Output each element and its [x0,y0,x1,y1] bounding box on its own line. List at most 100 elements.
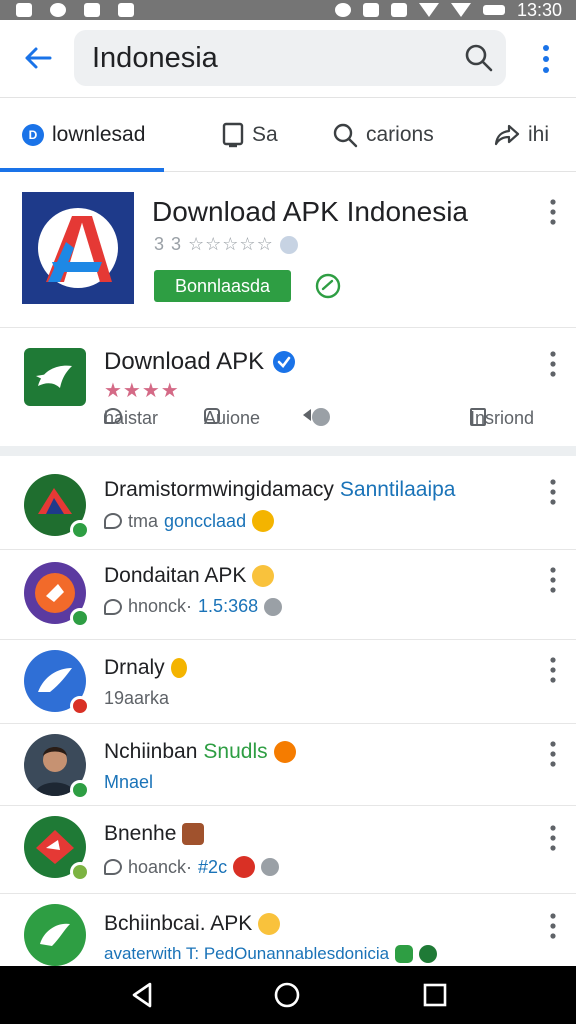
rating-text: 3 3 ☆☆☆☆☆ [154,234,274,254]
tablet-icon [222,122,244,148]
list-item-title: Bchiinbcai. APK [104,912,281,936]
tab-label: lownlesad [52,123,146,146]
status-badge [70,608,90,628]
triangle-left-icon [303,409,311,421]
tab-ihi[interactable]: ihi [494,98,549,172]
more-options-icon[interactable] [547,566,559,594]
app-bar: Indonesia [0,20,576,98]
title-text: Dramistormwingidamacy [104,478,334,501]
alarm-icon [334,3,351,17]
status-bar: 13:30 [0,0,576,20]
app-title[interactable]: Download APK [104,348,296,376]
arrow-back-icon [25,47,52,69]
featured-app[interactable]: Download APK Indonesia 3 3 ☆☆☆☆☆ Bonnlaa… [0,172,576,328]
status-badge [70,520,90,540]
home-circle-icon[interactable] [272,980,302,1010]
more-options-icon[interactable] [547,912,559,940]
status-time: 13:30 [516,0,562,20]
tab-sa[interactable]: Sa [222,98,278,172]
emoji-icon [252,510,275,532]
more-options-icon[interactable] [536,42,556,76]
verified-icon [279,235,298,254]
app-card[interactable]: Download APK ★★★★ haistar Auione Insrion… [0,328,576,446]
list-item-title: Nchiinban Snudls [104,740,296,764]
rating-stars: ★★★★ [104,380,180,402]
more-options-icon[interactable] [547,740,559,768]
avatar [24,816,90,882]
emoji-icon [252,565,275,587]
back-button[interactable] [16,38,60,78]
list-item-subtitle: hoanck· #2c [104,856,280,878]
more-options-icon[interactable] [547,656,559,684]
app-meta: haistar Auione Insriond [104,408,560,432]
list-item-title: Bnenhe [104,822,205,846]
shield-icon [50,3,66,17]
title-text: Bnenhe [104,822,177,845]
meta-text: Insriond [470,408,535,428]
app-title[interactable]: Download APK Indonesia [152,196,468,228]
search-field[interactable]: Indonesia [74,30,506,86]
search-input[interactable]: Indonesia [92,42,218,75]
list-item-title: Dondaitan APK [104,564,275,588]
sub-text: tma [128,510,159,531]
title-accent: Sanntilaaipa [339,478,456,501]
status-badge [70,696,90,716]
avatar [24,734,90,800]
download-icon: D [22,124,44,146]
more-options-icon[interactable] [547,350,559,378]
list-item-subtitle: tma goncclaad [104,510,275,532]
title-text: Dondaitan APK [104,564,247,587]
sub-text: Mnael [104,772,154,792]
list-item[interactable]: Dondaitan APK hnonck· 1.5:368 [0,550,576,640]
more-options-icon[interactable] [547,478,559,506]
sub-accent: #2c [198,856,228,877]
more-options-icon[interactable] [547,198,559,226]
comment-icon [104,859,122,875]
link-icon [84,3,100,17]
sub-text: 19aarka [104,688,170,708]
comment-icon [104,598,122,615]
list-item[interactable]: Nchiinban Snudls Mnael [0,724,576,806]
avatar [24,650,90,716]
tab-download[interactable]: D lownlesad [22,98,145,172]
check-icon [312,408,330,426]
check-icon [264,597,283,616]
list-item[interactable]: Bchiinbcai. APK avaterwith T: PedOunanna… [0,894,576,966]
vibrate-icon [362,3,379,17]
title-text: Nchiinban [104,740,198,763]
app-logo [22,192,134,304]
section-divider [0,446,576,456]
tab-carions[interactable]: carions [332,98,434,172]
wifi-icon [418,3,439,17]
tab-label: carions [366,123,434,146]
list-item-title: Dramistormwingidamacy Sanntilaaipa [104,478,455,502]
tab-label: ihi [528,123,550,146]
notification-icon [16,3,32,17]
tab-label: Sa [252,123,278,146]
calendar-icon [118,3,134,17]
avatar [24,562,90,628]
emoji-icon [233,856,256,878]
battery-icon [482,5,505,15]
comment-icon [104,513,122,529]
signal-icon [450,3,471,17]
verified-icon [273,351,296,373]
title-text: Drnaly [104,656,165,679]
search-icon [333,123,358,148]
avatar [24,904,88,968]
list-item-subtitle: Mnael [104,772,153,793]
search-icon[interactable] [464,43,494,73]
list-item[interactable]: Drnaly 19aarka [0,640,576,724]
meta-item [302,408,330,426]
recents-square-icon[interactable] [420,980,450,1010]
hand-emoji-icon [170,658,187,678]
sub-accent: avaterwith T: PedOunannablesdonicia [104,944,390,963]
list-item[interactable]: Bnenhe hoanck· #2c [0,806,576,894]
share-icon [494,124,520,146]
more-options-icon[interactable] [547,824,559,852]
app-logo [24,348,86,406]
install-button[interactable]: Bonnlaasda [154,270,291,302]
list-item[interactable]: Dramistormwingidamacy Sanntilaaipa tma g… [0,458,576,550]
sub-text: hnonck· [128,596,193,616]
back-triangle-icon[interactable] [128,980,158,1010]
